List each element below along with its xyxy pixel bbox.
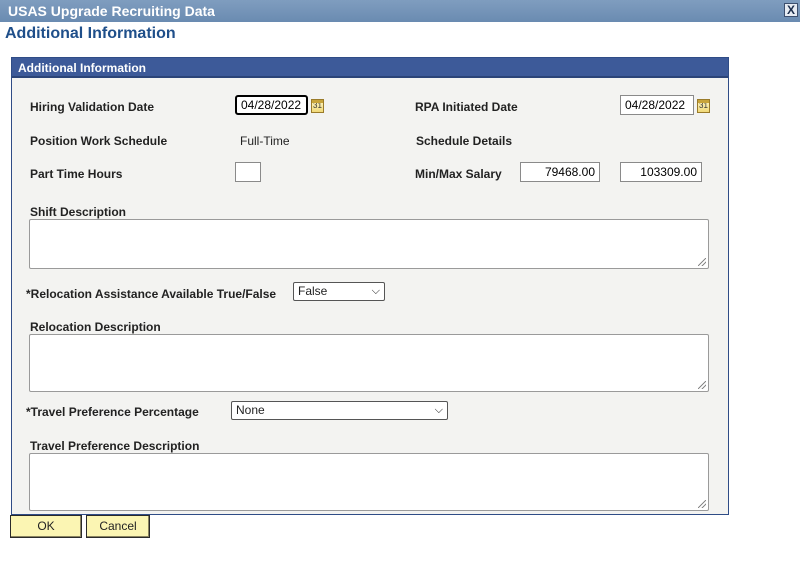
- travel-preference-percentage-select[interactable]: None ⌵: [231, 401, 448, 420]
- schedule-details-label: Schedule Details: [416, 134, 513, 148]
- relocation-description-label: Relocation Description: [30, 320, 161, 334]
- part-time-hours-field[interactable]: [235, 162, 261, 182]
- position-work-schedule-value: Full-Time: [240, 134, 290, 148]
- chevron-down-icon: ⌵: [371, 285, 380, 297]
- resize-grip-icon[interactable]: [698, 500, 706, 508]
- position-work-schedule-label: Position Work Schedule: [30, 134, 168, 148]
- rpa-initiated-date-label: RPA Initiated Date: [415, 100, 518, 114]
- window-titlebar: USAS Upgrade Recruiting Data X: [0, 0, 800, 22]
- shift-description-label: Shift Description: [30, 205, 127, 219]
- travel-preference-description-label: Travel Preference Description: [30, 439, 200, 453]
- cancel-button[interactable]: Cancel: [86, 515, 150, 538]
- part-time-hours-label: Part Time Hours: [30, 167, 123, 181]
- additional-information-panel: Additional Information Hiring Validation…: [11, 57, 729, 515]
- resize-grip-icon[interactable]: [698, 381, 706, 389]
- relocation-assistance-selected: False: [298, 284, 328, 298]
- rpa-initiated-date-field[interactable]: [620, 95, 694, 115]
- min-max-salary-label: Min/Max Salary: [415, 167, 502, 181]
- max-salary-field[interactable]: [620, 162, 702, 182]
- resize-grip-icon[interactable]: [698, 258, 706, 266]
- relocation-assistance-select[interactable]: False ⌵: [293, 282, 385, 301]
- shift-description-textarea[interactable]: [29, 219, 709, 269]
- relocation-description-textarea[interactable]: [29, 334, 709, 392]
- page-title: Additional Information: [5, 25, 176, 42]
- close-icon[interactable]: X: [784, 3, 798, 17]
- min-salary-field[interactable]: [520, 162, 600, 182]
- window-title: USAS Upgrade Recruiting Data: [8, 3, 215, 19]
- calendar-icon[interactable]: 31: [311, 99, 324, 113]
- hiring-validation-date-field[interactable]: [235, 95, 308, 115]
- hiring-validation-date-label: Hiring Validation Date: [30, 100, 155, 114]
- relocation-assistance-label: *Relocation Assistance Available True/Fa…: [26, 287, 277, 301]
- travel-preference-description-textarea[interactable]: [29, 453, 709, 511]
- panel-header: Additional Information: [12, 58, 728, 78]
- chevron-down-icon: ⌵: [434, 404, 443, 416]
- travel-preference-percentage-label: *Travel Preference Percentage: [26, 405, 199, 419]
- travel-preference-percentage-selected: None: [236, 403, 265, 417]
- ok-button[interactable]: OK: [10, 515, 82, 538]
- calendar-icon[interactable]: 31: [697, 99, 710, 113]
